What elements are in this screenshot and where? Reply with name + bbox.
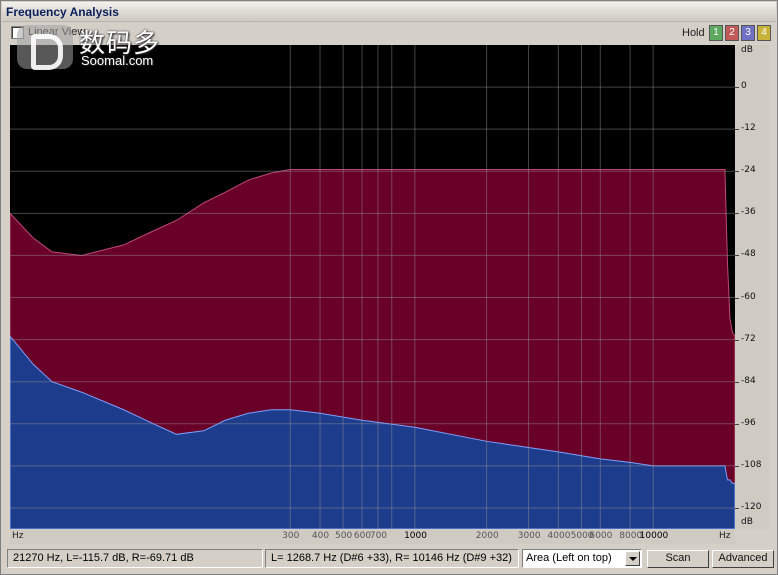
x-axis-unit-right: Hz [719, 531, 731, 541]
x-tick-label: 10000 [639, 531, 669, 541]
y-tick-label: -60 [741, 291, 756, 302]
cursor-readout: 21270 Hz, L=-115.7 dB, R=-69.71 dB [7, 549, 263, 568]
x-tick-label: 6000 [589, 531, 613, 541]
view-mode-value: Area (Left on top) [526, 552, 612, 564]
y-tick-mark [735, 339, 739, 341]
y-tick-mark [735, 465, 739, 467]
x-axis: Hz 300 400 500 600 700 1000 2000 3000 4000 5000 600… [10, 529, 735, 544]
view-mode-select[interactable]: Area (Left on top) [522, 549, 642, 568]
y-tick-mark [735, 213, 739, 215]
linear-view-checkbox[interactable] [11, 26, 24, 39]
x-axis-unit-left: Hz [12, 531, 24, 541]
y-tick-label: -72 [741, 333, 756, 344]
y-tick-mark [735, 423, 739, 425]
y-tick-mark [735, 507, 739, 509]
hold-button-2[interactable]: 2 [725, 25, 739, 41]
y-tick-mark [735, 297, 739, 299]
hold-button-4[interactable]: 4 [757, 25, 771, 41]
x-tick-label: 2000 [475, 531, 499, 541]
y-tick-mark [735, 171, 739, 173]
x-tick-label: 600 [353, 531, 372, 541]
frequency-analysis-window: Frequency Analysis Linear View Hold 1 2 … [0, 0, 778, 575]
peak-readout: L= 1268.7 Hz (D#6 +33), R= 10146 Hz (D#9… [265, 549, 519, 568]
x-tick-label: 300 [282, 531, 300, 541]
x-tick-label: 500 [335, 531, 353, 541]
x-tick-label: 4000 [547, 531, 571, 541]
spectrum-chart [10, 45, 735, 529]
x-tick-label: 1000 [404, 531, 427, 541]
hold-button-3[interactable]: 3 [741, 25, 755, 41]
y-tick-mark [735, 381, 739, 383]
y-tick-label: -36 [741, 207, 756, 218]
window-title: Frequency Analysis [6, 5, 119, 19]
title-bar[interactable]: Frequency Analysis [2, 2, 776, 22]
status-bar: 21270 Hz, L=-115.7 dB, R=-69.71 dB L= 12… [2, 547, 776, 573]
y-tick-label: -96 [741, 417, 756, 428]
hold-button-1[interactable]: 1 [709, 25, 723, 41]
y-tick-label: -12 [741, 123, 756, 134]
scan-button[interactable]: Scan [647, 550, 709, 568]
spectrum-plot[interactable] [10, 45, 735, 529]
x-tick-label: 700 [369, 531, 388, 541]
x-tick-label: 3000 [517, 531, 541, 541]
y-axis: dB -120 -108 -96 -84 -72 -60 -48 -36 -24 -12 0 dB [735, 45, 769, 529]
toolbar: Linear View Hold 1 2 3 4 [2, 22, 776, 44]
chevron-down-icon[interactable] [625, 551, 640, 566]
y-tick-label: -24 [741, 165, 756, 176]
y-tick-label: -108 [741, 459, 762, 470]
linear-view-label[interactable]: Linear View [28, 26, 85, 38]
y-tick-mark [735, 255, 739, 257]
y-tick-label: -48 [741, 249, 756, 260]
x-tick-label: 400 [311, 531, 330, 541]
y-tick-label: -120 [741, 501, 762, 512]
y-tick-label: 0 [741, 81, 747, 92]
y-tick-label: -84 [741, 375, 756, 386]
y-tick-mark [735, 129, 739, 131]
hold-label: Hold [682, 27, 705, 39]
advanced-button[interactable]: Advanced [712, 550, 774, 568]
y-tick-mark [735, 87, 739, 89]
y-axis-unit-top: dB [741, 45, 753, 55]
y-axis-unit-bottom: dB [741, 517, 753, 527]
